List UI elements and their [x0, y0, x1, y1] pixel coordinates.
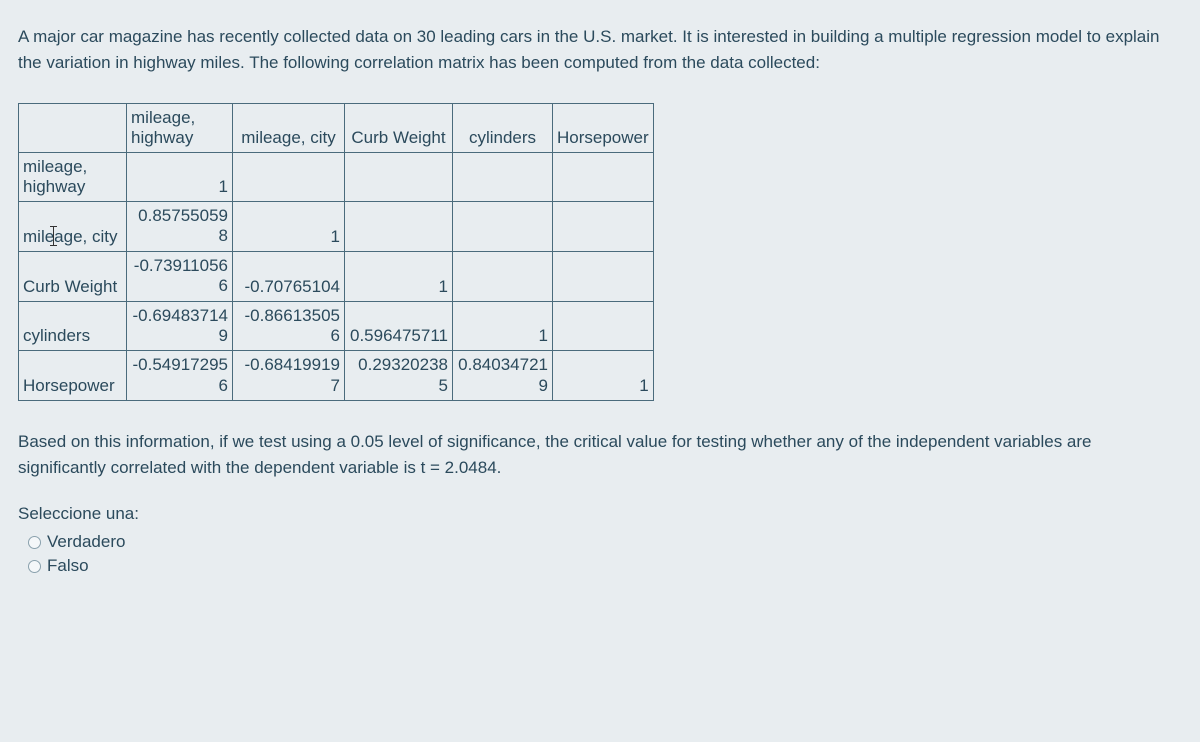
cell-r3c1: -0.73911056 6: [127, 251, 233, 301]
cell-r4c3: 0.596475711: [345, 301, 453, 351]
cell-empty: [553, 301, 654, 351]
option-true[interactable]: Verdadero: [28, 532, 1182, 552]
cell-empty: [233, 153, 345, 202]
cell-r5c3: 0.29320238 5: [345, 351, 453, 401]
followup-text: Based on this information, if we test us…: [18, 429, 1182, 480]
cell-value-top: -0.73911056: [134, 256, 228, 275]
cell-empty: [553, 202, 654, 252]
cell-r5c1: -0.54917295 6: [127, 351, 233, 401]
cell-empty: [345, 153, 453, 202]
cell-value-bot: 9: [219, 326, 228, 345]
cell-r4c2: -0.86613505 6: [233, 301, 345, 351]
radio-icon[interactable]: [28, 560, 41, 573]
row-label-text: mileage, city: [23, 227, 117, 246]
row-label-line1: mileage,: [23, 157, 87, 176]
row-label-line2: highway: [23, 177, 85, 196]
header-blank: [19, 104, 127, 153]
radio-icon[interactable]: [28, 536, 41, 549]
option-false[interactable]: Falso: [28, 556, 1182, 576]
row-label-mileage-city: mileage, city: [19, 202, 127, 252]
option-false-label: Falso: [47, 556, 89, 576]
row-label-mileage-highway: mileage, highway: [19, 153, 127, 202]
cell-value-top: 0.29320238: [358, 355, 448, 374]
cell-value-top: -0.86613505: [245, 306, 340, 325]
header-line1: mileage,: [131, 108, 195, 127]
cell-empty: [453, 202, 553, 252]
row-label-curb-weight: Curb Weight: [19, 251, 127, 301]
header-curb-weight: Curb Weight: [345, 104, 453, 153]
cell-empty: [553, 153, 654, 202]
row-label-cylinders: cylinders: [19, 301, 127, 351]
cell-r2c2: 1: [233, 202, 345, 252]
option-true-label: Verdadero: [47, 532, 125, 552]
cell-value-bot: 9: [539, 376, 548, 395]
cell-r1c1: 1: [127, 153, 233, 202]
cell-value-top: 0.84034721: [458, 355, 548, 374]
cell-value-top: -0.54917295: [133, 355, 228, 374]
cell-r5c5: 1: [553, 351, 654, 401]
cell-value-bot: 6: [219, 276, 228, 295]
cell-value-top: 0.85755059: [138, 206, 228, 225]
cell-value-bot: 6: [331, 326, 340, 345]
cell-r3c3: 1: [345, 251, 453, 301]
cell-empty: [453, 153, 553, 202]
header-cylinders: cylinders: [453, 104, 553, 153]
cell-r5c2: -0.68419919 7: [233, 351, 345, 401]
header-line2: highway: [131, 128, 193, 147]
question-page: A major car magazine has recently collec…: [0, 0, 1200, 742]
cell-r2c1: 0.85755059 8: [127, 202, 233, 252]
cell-value-top: -0.68419919: [245, 355, 340, 374]
cell-value-bot: 7: [331, 376, 340, 395]
cell-value-bot: 8: [219, 226, 228, 245]
row-label-horsepower: Horsepower: [19, 351, 127, 401]
cell-value-top: -0.69483714: [133, 306, 228, 325]
header-mileage-highway: mileage, highway: [127, 104, 233, 153]
cell-r3c2: -0.70765104: [233, 251, 345, 301]
cell-value-bot: 6: [219, 376, 228, 395]
cell-r4c4: 1: [453, 301, 553, 351]
header-horsepower: Horsepower: [553, 104, 654, 153]
cell-empty: [553, 251, 654, 301]
text-cursor-icon: [53, 226, 54, 246]
cell-empty: [345, 202, 453, 252]
cell-r5c4: 0.84034721 9: [453, 351, 553, 401]
correlation-table: mileage, highway mileage, city Curb Weig…: [18, 103, 654, 401]
cell-r4c1: -0.69483714 9: [127, 301, 233, 351]
select-one-label: Seleccione una:: [18, 504, 1182, 524]
intro-text: A major car magazine has recently collec…: [18, 24, 1182, 75]
cell-value-bot: 5: [439, 376, 448, 395]
cell-empty: [453, 251, 553, 301]
header-mileage-city: mileage, city: [233, 104, 345, 153]
